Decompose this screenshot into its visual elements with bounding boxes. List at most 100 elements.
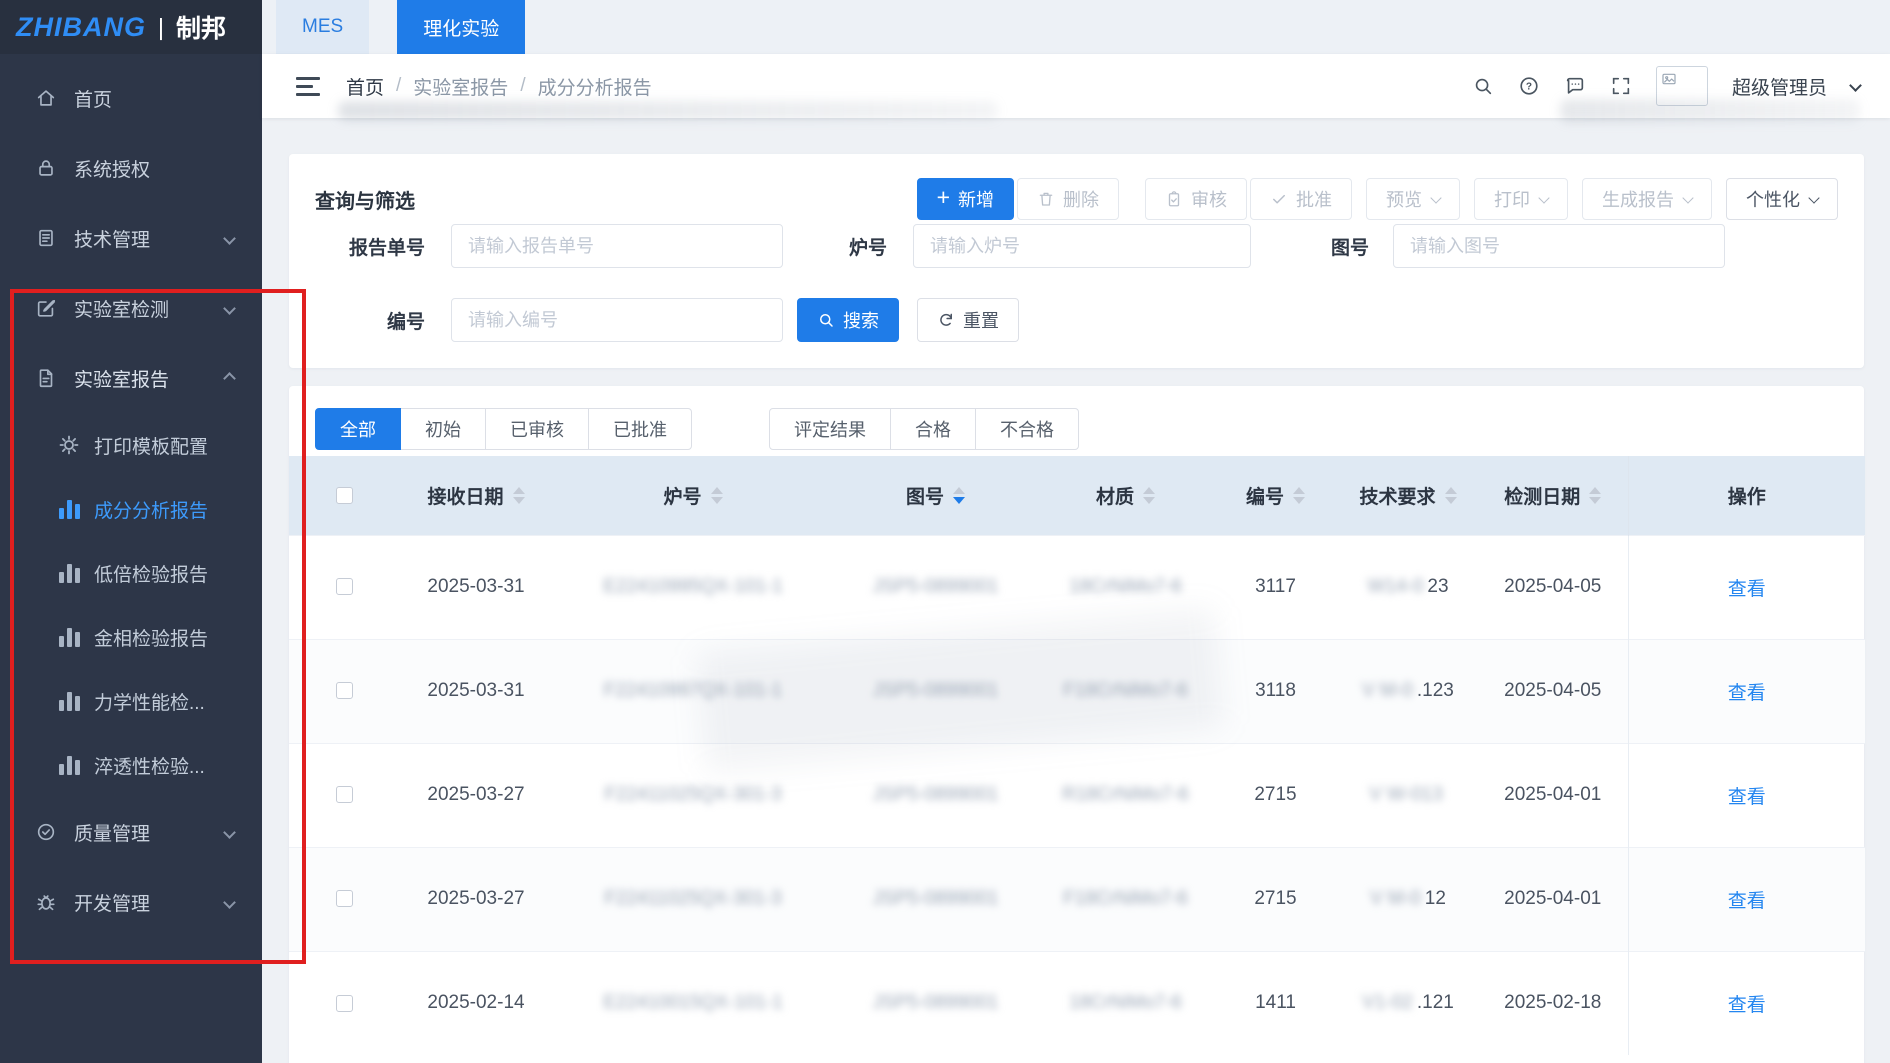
message-icon[interactable] (1564, 75, 1586, 97)
row-checkbox[interactable] (336, 682, 353, 699)
header-bar: 首页 / 实验室报告 / 成分分析报告 ? (262, 54, 1890, 118)
select-all-checkbox[interactable] (336, 487, 353, 504)
user-name[interactable]: 超级管理员 (1732, 73, 1827, 100)
sidebar-item-label: 淬透性检验... (94, 752, 205, 779)
preview-dropdown-button[interactable]: 预览 (1366, 178, 1460, 220)
sidebar-item-label: 实验室报告 (74, 365, 169, 392)
sort-icon[interactable] (711, 487, 723, 504)
sidebar-item-lab-reports[interactable]: 实验室报告 (0, 343, 262, 413)
sidebar-item-print-template-config[interactable]: 打印模板配置 (0, 413, 262, 477)
audit-icon (1165, 190, 1183, 208)
cell-test-date: 2025-04-01 (1478, 847, 1628, 951)
cell-tech-requirement: V1-02.121 (1338, 951, 1478, 1055)
sidebar-item-quality-management[interactable]: 质量管理 (0, 797, 262, 867)
result-tab-pass[interactable]: 合格 (890, 408, 976, 450)
sidebar-item-system-auth[interactable]: 系统授权 (0, 133, 262, 203)
sidebar-item-tech-management[interactable]: 技术管理 (0, 203, 262, 273)
toolbar: + 新增 删除 审核 (917, 178, 1838, 220)
sidebar-item-hardenability-report[interactable]: 淬透性检验... (0, 733, 262, 797)
status-tab-all[interactable]: 全部 (315, 408, 401, 450)
button-label: 个性化 (1746, 186, 1800, 212)
button-label: 生成报告 (1602, 186, 1674, 212)
cell-material: F18CrNiMo7-6 (1038, 847, 1213, 951)
generate-report-dropdown-button[interactable]: 生成报告 (1582, 178, 1712, 220)
sidebar-item-metallographic-report[interactable]: 金相检验报告 (0, 605, 262, 669)
cell-furnace-no: E22410015QX-101-1 (553, 951, 833, 1055)
personalize-dropdown-button[interactable]: 个性化 (1726, 178, 1838, 220)
table-row: 2025-02-14 E22410015QX-101-1 JSP5-089900… (289, 951, 1865, 1055)
column-header-material[interactable]: 材质 (1038, 456, 1213, 535)
search-icon[interactable] (1472, 75, 1494, 97)
delete-button[interactable]: 删除 (1017, 178, 1119, 220)
tab-physchem-lab[interactable]: 理化实验 (397, 0, 525, 54)
sidebar-item-low-mag-report[interactable]: 低倍检验报告 (0, 541, 262, 605)
row-checkbox[interactable] (336, 995, 353, 1012)
sort-icon-active[interactable] (953, 487, 965, 504)
cell-select (289, 743, 399, 847)
menu-fold-icon[interactable] (296, 77, 320, 96)
reset-button[interactable]: 重置 (917, 298, 1019, 342)
fullscreen-icon[interactable] (1610, 75, 1632, 97)
view-link[interactable]: 查看 (1728, 995, 1766, 1016)
print-dropdown-button[interactable]: 打印 (1474, 178, 1568, 220)
view-link[interactable]: 查看 (1728, 891, 1766, 912)
result-tab-evaluation[interactable]: 评定结果 (769, 408, 891, 450)
report-no-input[interactable] (451, 224, 783, 268)
sidebar-item-dev-management[interactable]: 开发管理 (0, 867, 262, 937)
status-tab-initial[interactable]: 初始 (400, 408, 486, 450)
sort-icon[interactable] (1589, 487, 1601, 504)
sort-icon[interactable] (513, 487, 525, 504)
sort-icon[interactable] (1143, 487, 1155, 504)
column-header-tech-requirement[interactable]: 技术要求 (1338, 456, 1478, 535)
search-button[interactable]: 搜索 (797, 298, 899, 342)
sidebar-item-lab-testing[interactable]: 实验室检测 (0, 273, 262, 343)
breadcrumb-home[interactable]: 首页 (346, 73, 384, 100)
brand-name-en: ZHIBANG (16, 12, 146, 43)
breadcrumb-current-page: 成分分析报告 (538, 73, 652, 100)
chevron-down-icon (1430, 192, 1441, 203)
avatar[interactable] (1656, 66, 1708, 106)
table-header-row: 接收日期 炉号 图号 材质 编号 技术要求 检测日期 操作 (289, 456, 1865, 535)
report-no-label: 报告单号 (315, 233, 425, 260)
add-button[interactable]: + 新增 (917, 178, 1014, 220)
column-header-drawing-no[interactable]: 图号 (833, 456, 1038, 535)
sidebar-item-home[interactable]: 首页 (0, 63, 262, 133)
bar-chart-icon (58, 756, 80, 775)
cell-tech-requirement: V W-013 (1338, 743, 1478, 847)
result-tab-fail[interactable]: 不合格 (975, 408, 1079, 450)
button-label: 删除 (1063, 186, 1099, 212)
button-label: 打印 (1494, 186, 1530, 212)
view-link[interactable]: 查看 (1728, 787, 1766, 808)
view-link[interactable]: 查看 (1728, 683, 1766, 704)
column-header-receive-date[interactable]: 接收日期 (399, 456, 553, 535)
column-header-action: 操作 (1628, 456, 1865, 535)
breadcrumb-lab-reports[interactable]: 实验室报告 (413, 73, 508, 100)
cell-code: 1411 (1213, 951, 1338, 1055)
audit-button[interactable]: 审核 (1145, 178, 1247, 220)
sidebar-item-composition-analysis-report[interactable]: 成分分析报告 (0, 477, 262, 541)
user-menu-chevron-icon[interactable] (1851, 77, 1860, 95)
sort-icon[interactable] (1445, 487, 1457, 504)
approve-button[interactable]: 批准 (1250, 178, 1352, 220)
column-header-test-date[interactable]: 检测日期 (1478, 456, 1628, 535)
drawing-no-input[interactable] (1393, 224, 1725, 268)
bar-chart-icon (58, 500, 80, 519)
document-icon (34, 227, 58, 249)
column-header-code[interactable]: 编号 (1213, 456, 1338, 535)
sidebar-item-mechanical-report[interactable]: 力学性能检... (0, 669, 262, 733)
status-tab-approved[interactable]: 已批准 (588, 408, 692, 450)
main-area: MES 理化实验 首页 / 实验室报告 / 成分分析报告 ? (262, 0, 1890, 1063)
row-checkbox[interactable] (336, 786, 353, 803)
status-tab-audited[interactable]: 已审核 (485, 408, 589, 450)
help-icon[interactable]: ? (1518, 75, 1540, 97)
chevron-down-icon (225, 227, 234, 249)
view-link[interactable]: 查看 (1728, 579, 1766, 600)
column-header-furnace-no[interactable]: 炉号 (553, 456, 833, 535)
cell-material: 18CrNiMo7-6 (1038, 951, 1213, 1055)
code-input[interactable] (451, 298, 783, 342)
row-checkbox[interactable] (336, 578, 353, 595)
furnace-no-input[interactable] (913, 224, 1251, 268)
tab-mes[interactable]: MES (276, 0, 369, 54)
sort-icon[interactable] (1293, 487, 1305, 504)
row-checkbox[interactable] (336, 890, 353, 907)
